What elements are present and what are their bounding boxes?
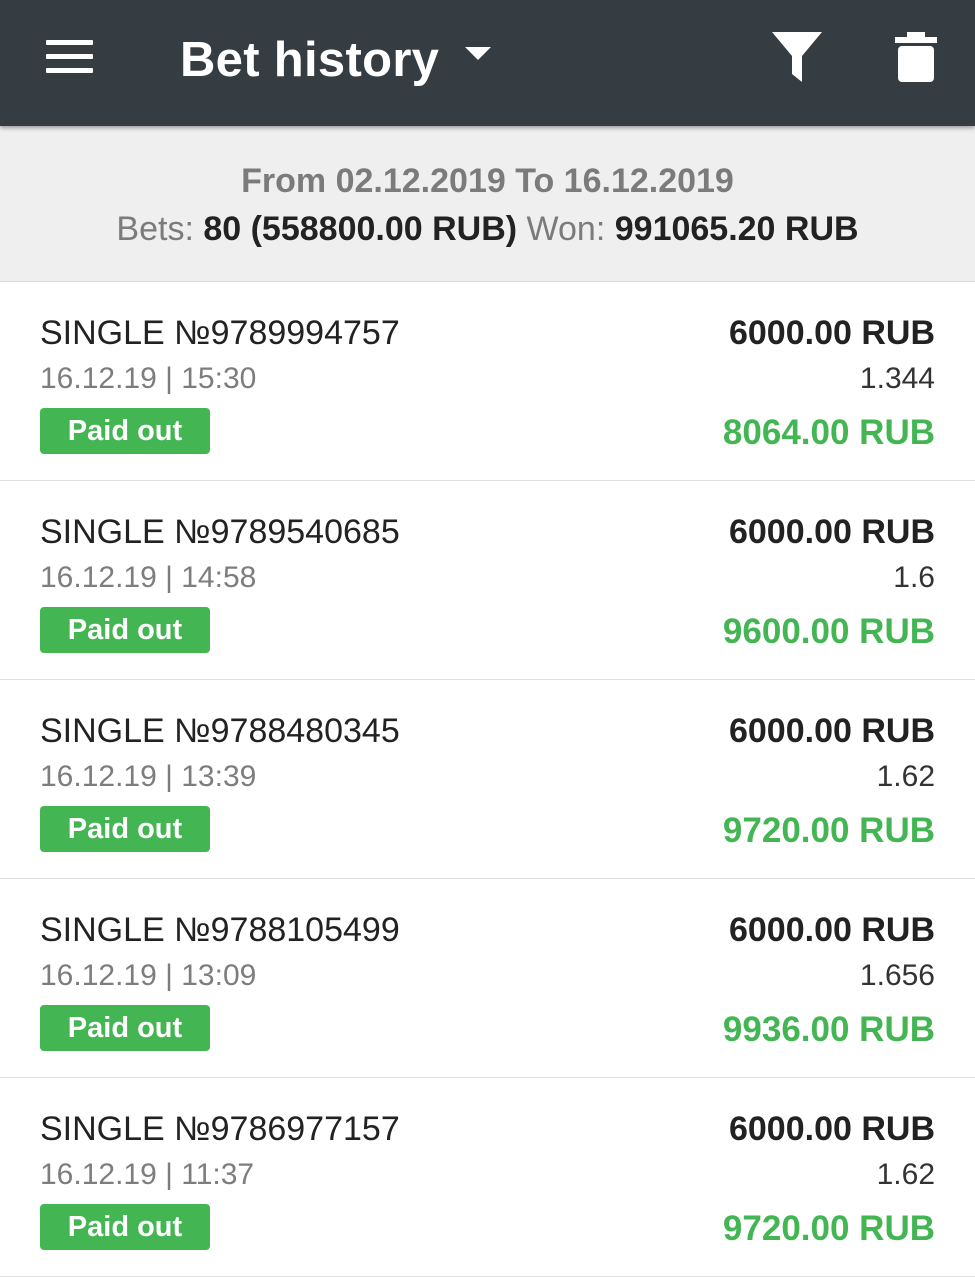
bet-title: SINGLE №9788480345 — [40, 712, 400, 750]
bet-win-amount: 8064.00 RUB — [722, 413, 935, 452]
bet-odds: 1.62 — [876, 760, 935, 793]
bet-stake: 6000.00 RUB — [728, 314, 935, 352]
bet-datetime: 16.12.19 | 14:58 — [40, 561, 257, 594]
bet-stake: 6000.00 RUB — [728, 513, 935, 551]
bet-odds: 1.656 — [859, 959, 935, 992]
bet-odds: 1.62 — [876, 1158, 935, 1191]
app-bar: Bet history — [0, 0, 975, 126]
won-label: Won: — [526, 210, 606, 248]
bet-win-amount: 9720.00 RUB — [722, 1209, 935, 1248]
bet-odds: 1.6 — [893, 561, 935, 594]
bet-row[interactable]: SINGLE №9786977157 16.12.19 | 11:37 Paid… — [0, 1078, 975, 1277]
bet-datetime: 16.12.19 | 11:37 — [40, 1158, 255, 1191]
bet-title: SINGLE №9789994757 — [40, 314, 400, 352]
caret-down-icon — [465, 46, 492, 60]
hamburger-menu-icon[interactable] — [46, 40, 94, 74]
status-badge: Paid out — [40, 607, 210, 653]
bet-win-amount: 9936.00 RUB — [722, 1010, 935, 1049]
title-dropdown[interactable]: Bet history — [180, 30, 492, 90]
page-title: Bet history — [180, 33, 440, 87]
filter-icon[interactable] — [770, 30, 824, 86]
bet-list: SINGLE №9789994757 16.12.19 | 15:30 Paid… — [0, 282, 975, 1277]
bet-title: SINGLE №9789540685 — [40, 513, 400, 551]
summary-panel: From 02.12.2019 To 16.12.2019 Bets: 80 (… — [0, 126, 975, 282]
status-badge: Paid out — [40, 806, 210, 852]
status-badge: Paid out — [40, 408, 210, 454]
bet-stake: 6000.00 RUB — [728, 712, 935, 750]
bet-datetime: 16.12.19 | 13:39 — [40, 760, 257, 793]
bet-datetime: 16.12.19 | 13:09 — [40, 959, 257, 992]
bets-label: Bets: — [116, 210, 194, 248]
bet-win-amount: 9600.00 RUB — [722, 612, 935, 651]
bet-row[interactable]: SINGLE №9788480345 16.12.19 | 13:39 Paid… — [0, 680, 975, 879]
bet-row[interactable]: SINGLE №9788105499 16.12.19 | 13:09 Paid… — [0, 879, 975, 1078]
bet-win-amount: 9720.00 RUB — [722, 811, 935, 850]
trash-icon[interactable] — [894, 32, 938, 82]
summary-stats: Bets: 80 (558800.00 RUB) Won: 991065.20 … — [0, 210, 975, 249]
status-badge: Paid out — [40, 1204, 210, 1250]
bet-datetime: 16.12.19 | 15:30 — [40, 362, 257, 395]
bet-stake: 6000.00 RUB — [728, 1110, 935, 1148]
bet-stake: 6000.00 RUB — [728, 911, 935, 949]
bet-title: SINGLE №9788105499 — [40, 911, 400, 949]
date-range: From 02.12.2019 To 16.12.2019 — [241, 162, 734, 200]
bet-row[interactable]: SINGLE №9789994757 16.12.19 | 15:30 Paid… — [0, 282, 975, 481]
won-value: 991065.20 RUB — [614, 210, 859, 248]
bet-row[interactable]: SINGLE №9789540685 16.12.19 | 14:58 Paid… — [0, 481, 975, 680]
bets-value: 80 (558800.00 RUB) — [203, 210, 518, 248]
bet-title: SINGLE №9786977157 — [40, 1110, 400, 1148]
status-badge: Paid out — [40, 1005, 210, 1051]
bet-odds: 1.344 — [859, 362, 935, 395]
